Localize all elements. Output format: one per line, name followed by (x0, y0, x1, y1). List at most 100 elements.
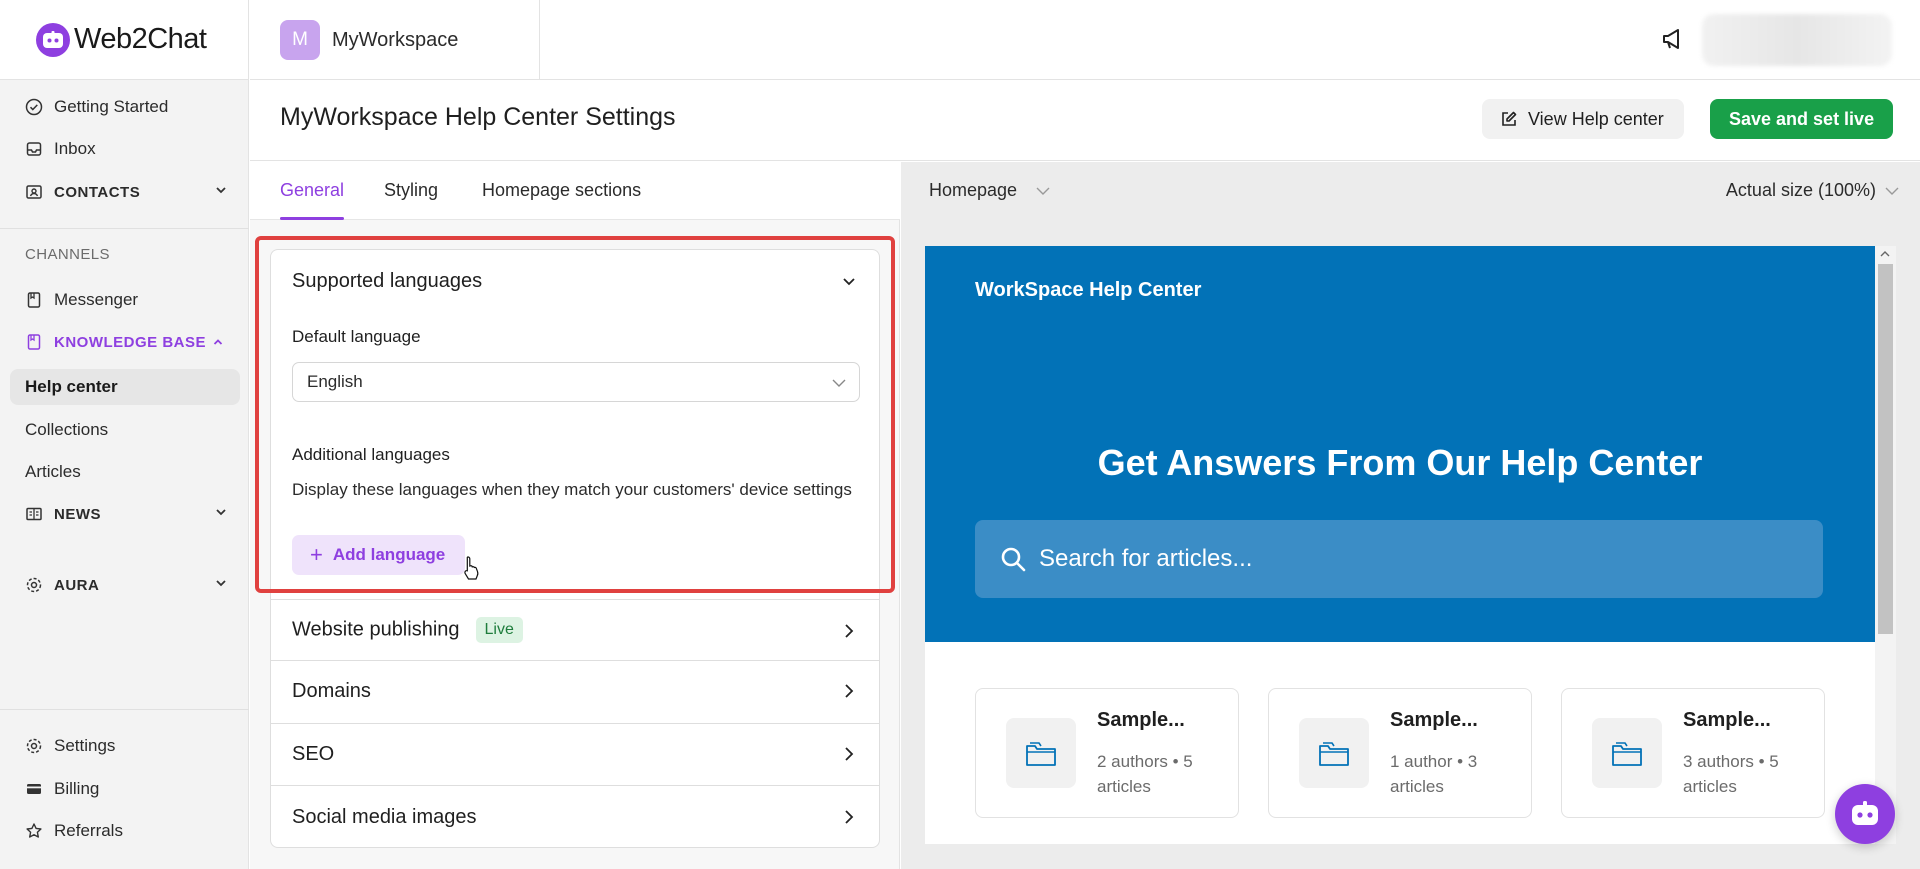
save-and-set-live-button[interactable]: Save and set live (1710, 99, 1894, 139)
card-title[interactable]: Supported languages (292, 270, 482, 293)
button-label: Add language (332, 545, 446, 564)
nav-label: KNOWLEDGE BASE (54, 333, 207, 351)
card-icon (24, 779, 44, 799)
seo-row[interactable]: SEO (270, 723, 880, 786)
search-placeholder: Search for articles... (1039, 545, 1253, 572)
nav-inbox[interactable]: Inbox (10, 131, 240, 167)
search-icon (999, 545, 1027, 573)
nav-label: Collections (25, 420, 109, 439)
nav-billing[interactable]: Billing (10, 771, 240, 807)
nav-aura[interactable]: AURA (10, 567, 240, 603)
collection-meta: 1 author • 3 articles (1390, 752, 1478, 796)
robot-logo-icon (36, 22, 70, 57)
gear-icon (24, 575, 44, 595)
nav-referrals[interactable]: Referrals (10, 813, 240, 849)
collection-meta: 2 authors • 5 articles (1097, 752, 1193, 796)
social-media-images-row[interactable]: Social media images (270, 785, 880, 848)
scroll-up-arrow-icon[interactable] (1880, 250, 1890, 258)
nav-label: AURA (54, 576, 100, 594)
preview-size-select[interactable]: Actual size (100%) (1726, 180, 1900, 201)
plus-icon: + (310, 542, 323, 567)
brand[interactable]: Web2Chat (0, 0, 248, 80)
collection-card[interactable]: Sample... 1 author • 3 articles (1268, 688, 1532, 818)
chevron-down-icon (1035, 183, 1051, 199)
nav-collections[interactable]: Collections (10, 412, 240, 448)
divider (539, 0, 540, 80)
default-language-label: Default language (292, 327, 421, 346)
status-badge: Live (475, 617, 523, 643)
tab-general[interactable]: General (280, 180, 344, 201)
chevron-right-icon (841, 623, 857, 639)
nav-help-center[interactable]: Help center (10, 369, 240, 405)
contacts-icon (24, 182, 44, 202)
sidebar: Web2Chat Getting Started Inbox CONTACTS … (0, 0, 249, 869)
robot-icon (1850, 801, 1880, 827)
supported-languages-card: Supported languages Default language Eng… (270, 249, 880, 599)
nav-label: Billing (54, 779, 100, 798)
card-title: Website publishing Live (292, 617, 523, 643)
nav-settings[interactable]: Settings (10, 728, 240, 764)
nav-getting-started[interactable]: Getting Started (10, 89, 240, 125)
channels-label: CHANNELS (25, 246, 110, 263)
page-header: MyWorkspace Help Center Settings View He… (250, 81, 1920, 161)
nav-label: Settings (54, 736, 116, 755)
tab-styling[interactable]: Styling (384, 180, 438, 201)
collection-card[interactable]: Sample... 3 authors • 5 articles (1561, 688, 1825, 818)
nav-contacts[interactable]: CONTACTS (10, 174, 240, 210)
page-title: MyWorkspace Help Center Settings (280, 103, 676, 131)
scroll-thumb[interactable] (1878, 264, 1893, 634)
preview-area: Homepage Actual size (100%) WorkSpace He… (901, 162, 1920, 869)
collection-title: Sample... (1683, 709, 1771, 731)
chevron-up-icon (212, 336, 224, 348)
additional-languages-label: Additional languages (292, 445, 450, 464)
website-publishing-row[interactable]: Website publishing Live (270, 599, 880, 661)
row-label: Website publishing (292, 618, 460, 641)
default-language-select[interactable]: English (292, 362, 860, 402)
select-value: Homepage (929, 180, 1018, 200)
chevron-down-icon[interactable] (841, 273, 857, 289)
preview-page-select[interactable]: Homepage (929, 180, 1051, 201)
nav-messenger[interactable]: Messenger (10, 282, 240, 318)
settings-panel: General Styling Homepage sections Suppor… (250, 162, 900, 869)
card-title: SEO (292, 743, 335, 765)
help-center-preview: WorkSpace Help Center Get Answers From O… (925, 246, 1875, 844)
hand-cursor-icon (462, 555, 482, 581)
card-title: Domains (292, 680, 371, 702)
book-icon (24, 332, 44, 352)
chevron-right-icon (841, 809, 857, 825)
tab-homepage-sections[interactable]: Homepage sections (482, 180, 641, 201)
nav-label: Messenger (54, 290, 139, 309)
select-value: Actual size (100%) (1725, 180, 1876, 200)
brand-name: Web2Chat (74, 23, 207, 55)
domains-row[interactable]: Domains (270, 661, 880, 724)
nav-articles[interactable]: Articles (10, 454, 240, 490)
collection-card[interactable]: Sample... 2 authors • 5 articles (975, 688, 1239, 818)
folder-icon (1592, 718, 1662, 788)
divider (0, 709, 249, 710)
nav-label: Referrals (54, 821, 123, 840)
preview-search-input[interactable]: Search for articles... (975, 520, 1823, 598)
tab-indicator (280, 217, 344, 220)
nav-label: Inbox (54, 139, 96, 158)
additional-languages-description: Display these languages when they match … (292, 480, 852, 499)
user-menu[interactable] (1702, 14, 1892, 66)
view-help-center-button[interactable]: View Help center (1482, 99, 1684, 139)
button-label: View Help center (1528, 108, 1664, 129)
nav-news[interactable]: NEWS (10, 496, 240, 532)
add-language-button[interactable]: + Add language (292, 535, 466, 575)
card-title: Social media images (292, 806, 477, 828)
preview-scrollbar[interactable] (1875, 246, 1896, 844)
folder-icon (1006, 718, 1076, 788)
hero-heading: Get Answers From Our Help Center (1097, 442, 1703, 483)
collection-title: Sample... (1097, 709, 1185, 731)
nav-label: Articles (25, 462, 81, 481)
chat-launcher-button[interactable] (1835, 784, 1895, 844)
settings-tabs: General Styling Homepage sections (250, 162, 900, 220)
workspace-switcher[interactable]: M MyWorkspace (280, 20, 458, 60)
megaphone-icon[interactable] (1660, 26, 1686, 52)
edit-icon (1500, 110, 1518, 128)
chevron-down-icon (1884, 183, 1900, 199)
chevron-down-icon (214, 505, 228, 519)
nav-knowledge-base[interactable]: KNOWLEDGE BASE (10, 324, 240, 360)
chevron-down-icon (214, 183, 228, 197)
